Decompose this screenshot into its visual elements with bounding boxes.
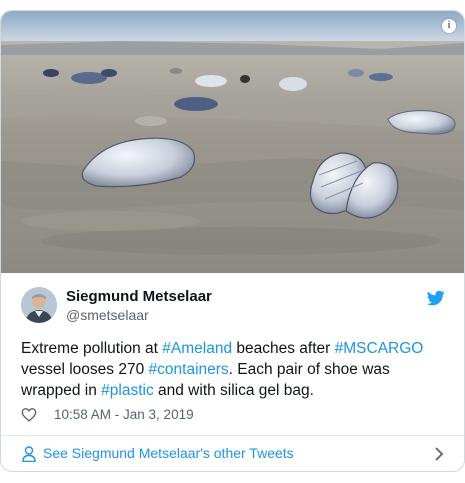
tweet-author[interactable]: Siegmund Metselaar @smetselaar: [21, 287, 446, 323]
tweet-timestamp[interactable]: 10:58 AM - Jan 3, 2019: [54, 407, 194, 422]
heart-icon[interactable]: [21, 407, 37, 422]
tweet-text-segment: and with silica gel bag.: [153, 382, 314, 399]
tweet-text-segment: Extreme pollution at: [21, 340, 163, 357]
tweet-photo[interactable]: i: [1, 11, 464, 273]
tweet-text: Extreme pollution at #Ameland beaches af…: [21, 338, 449, 401]
author-name[interactable]: Siegmund Metselaar: [66, 288, 212, 305]
hashtag-containers[interactable]: #containers: [149, 361, 229, 378]
chevron-right-icon: [435, 447, 444, 461]
tweet-meta: 10:58 AM - Jan 3, 2019: [21, 405, 441, 425]
hashtag-mscargo[interactable]: #MSCARGO: [335, 340, 424, 357]
hashtag-ameland[interactable]: #Ameland: [162, 340, 232, 357]
twitter-bird-icon[interactable]: [426, 289, 446, 307]
see-other-tweets-label[interactable]: See Siegmund Metselaar's other Tweets: [43, 445, 294, 461]
beach-photo-image: [1, 11, 464, 273]
tweet-text-segment: vessel looses 270: [21, 361, 149, 378]
see-other-tweets-link[interactable]: See Siegmund Metselaar's other Tweets: [1, 436, 464, 471]
avatar[interactable]: [21, 287, 57, 323]
embedded-tweet-card: i Siegmund Metselaar @smetselaar Extreme…: [0, 10, 465, 472]
author-handle[interactable]: @smetselaar: [66, 307, 149, 323]
person-icon: [22, 446, 36, 462]
tweet-text-segment: beaches after: [232, 340, 335, 357]
hashtag-plastic[interactable]: #plastic: [101, 382, 154, 399]
info-icon[interactable]: i: [442, 19, 456, 33]
